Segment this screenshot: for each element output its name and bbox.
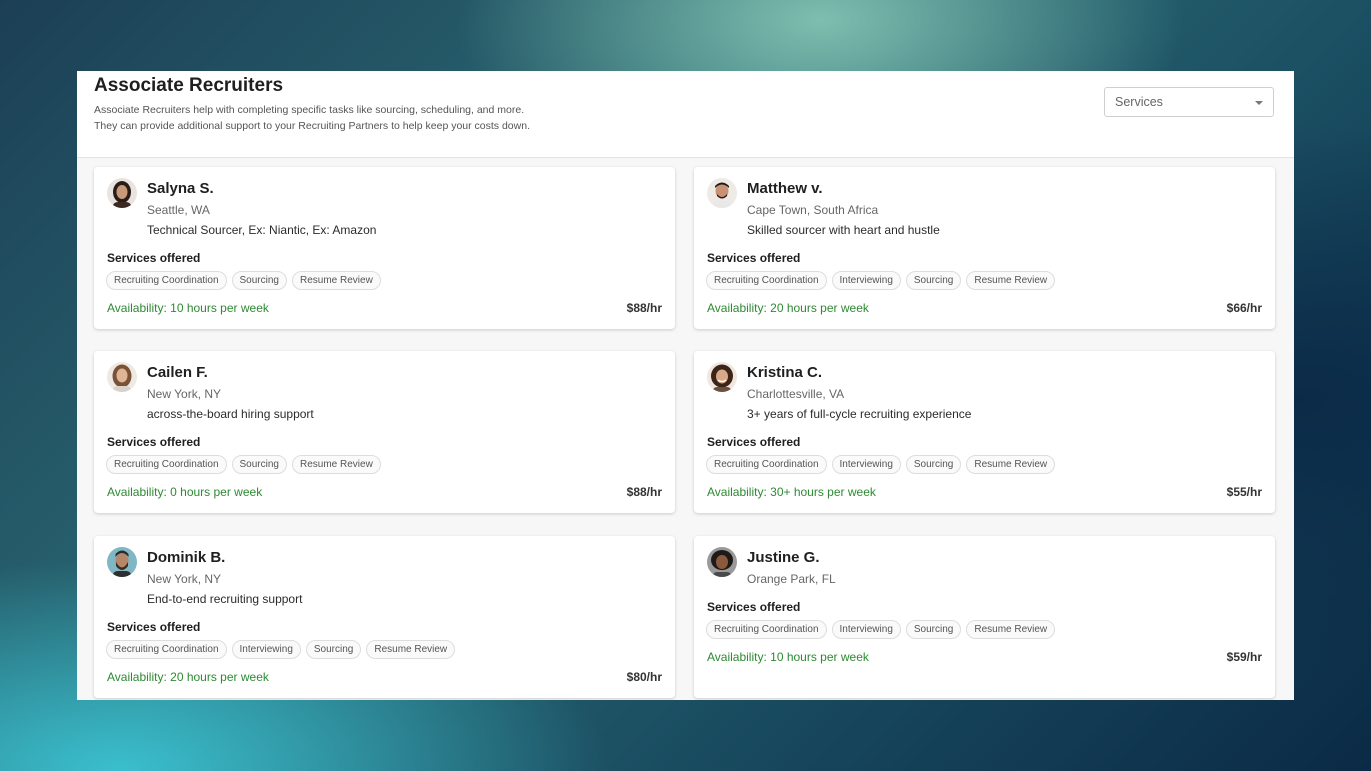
- service-chips: Recruiting Coordination Interviewing Sou…: [106, 640, 456, 659]
- service-chip: Interviewing: [831, 455, 901, 474]
- services-offered-label: Services offered: [707, 435, 801, 449]
- availability-text: Availability: 10 hours per week: [107, 301, 269, 315]
- avatar: [707, 547, 737, 577]
- service-chip: Resume Review: [966, 620, 1056, 639]
- avatar: [707, 362, 737, 392]
- avatar: [707, 178, 737, 208]
- service-chip: Interviewing: [831, 271, 901, 290]
- recruiter-location: Cape Town, South Africa: [747, 203, 879, 217]
- availability-text: Availability: 10 hours per week: [707, 650, 869, 664]
- service-chip: Sourcing: [905, 620, 962, 639]
- service-chip: Interviewing: [231, 640, 301, 659]
- service-chips: Recruiting Coordination Interviewing Sou…: [706, 455, 1056, 474]
- recruiter-location: New York, NY: [147, 387, 222, 401]
- recruiter-location: Seattle, WA: [147, 203, 210, 217]
- page-title: Associate Recruiters: [94, 75, 284, 96]
- recruiter-tagline: End-to-end recruiting support: [147, 592, 303, 606]
- service-chip: Recruiting Coordination: [706, 620, 827, 639]
- service-chip: Sourcing: [231, 271, 287, 290]
- services-offered-label: Services offered: [107, 251, 201, 265]
- recruiter-tagline: 3+ years of full-cycle recruiting experi…: [747, 407, 972, 421]
- availability-text: Availability: 30+ hours per week: [707, 485, 876, 499]
- service-chip: Recruiting Coordination: [706, 455, 827, 474]
- service-chip: Resume Review: [966, 455, 1056, 474]
- services-filter-select[interactable]: Services: [1104, 87, 1274, 117]
- recruiter-tagline: across-the-board hiring support: [147, 407, 314, 421]
- services-offered-label: Services offered: [707, 600, 801, 614]
- recruiter-card[interactable]: Matthew v. Cape Town, South Africa Skill…: [694, 167, 1275, 329]
- hourly-rate: $66/hr: [1226, 301, 1262, 315]
- associate-recruiters-panel: Associate Recruiters Associate Recruiter…: [77, 71, 1294, 700]
- recruiter-name[interactable]: Cailen F.: [147, 364, 208, 381]
- chevron-down-icon: [1255, 101, 1263, 105]
- recruiter-name[interactable]: Dominik B.: [147, 549, 225, 566]
- services-offered-label: Services offered: [107, 620, 201, 634]
- services-offered-label: Services offered: [107, 435, 201, 449]
- service-chip: Sourcing: [905, 271, 962, 290]
- recruiter-location: Orange Park, FL: [747, 572, 836, 586]
- service-chip: Resume Review: [366, 640, 456, 659]
- service-chip: Sourcing: [905, 455, 962, 474]
- description-line-2: They can provide additional support to y…: [94, 120, 530, 132]
- service-chip: Sourcing: [305, 640, 362, 659]
- service-chip: Recruiting Coordination: [106, 640, 227, 659]
- service-chip: Resume Review: [291, 455, 381, 474]
- service-chips: Recruiting Coordination Interviewing Sou…: [706, 620, 1056, 639]
- services-offered-label: Services offered: [707, 251, 801, 265]
- recruiter-grid: Salyna S. Seattle, WA Technical Sourcer,…: [77, 158, 1294, 700]
- recruiter-tagline: Technical Sourcer, Ex: Niantic, Ex: Amaz…: [147, 223, 377, 237]
- recruiter-card[interactable]: Cailen F. New York, NY across-the-board …: [94, 351, 675, 513]
- availability-text: Availability: 20 hours per week: [107, 670, 269, 684]
- service-chips: Recruiting Coordination Interviewing Sou…: [706, 271, 1056, 290]
- service-chip: Recruiting Coordination: [106, 271, 227, 290]
- recruiter-card[interactable]: Salyna S. Seattle, WA Technical Sourcer,…: [94, 167, 675, 329]
- hourly-rate: $55/hr: [1226, 485, 1262, 499]
- hourly-rate: $88/hr: [626, 485, 662, 499]
- services-filter-label: Services: [1115, 95, 1163, 109]
- service-chip: Resume Review: [291, 271, 381, 290]
- availability-text: Availability: 20 hours per week: [707, 301, 869, 315]
- service-chips: Recruiting Coordination Sourcing Resume …: [106, 271, 381, 290]
- recruiter-card[interactable]: Kristina C. Charlottesville, VA 3+ years…: [694, 351, 1275, 513]
- service-chips: Recruiting Coordination Sourcing Resume …: [106, 455, 381, 474]
- avatar: [107, 547, 137, 577]
- avatar: [107, 362, 137, 392]
- recruiter-card[interactable]: Dominik B. New York, NY End-to-end recru…: [94, 536, 675, 698]
- service-chip: Sourcing: [231, 455, 287, 474]
- recruiter-tagline: Skilled sourcer with heart and hustle: [747, 223, 940, 237]
- service-chip: Recruiting Coordination: [706, 271, 827, 290]
- availability-text: Availability: 0 hours per week: [107, 485, 263, 499]
- hourly-rate: $80/hr: [626, 670, 662, 684]
- recruiter-name[interactable]: Justine G.: [747, 549, 820, 566]
- hourly-rate: $88/hr: [626, 301, 662, 315]
- service-chip: Interviewing: [831, 620, 901, 639]
- recruiter-name[interactable]: Matthew v.: [747, 180, 823, 197]
- description-line-1: Associate Recruiters help with completin…: [94, 104, 525, 116]
- hourly-rate: $59/hr: [1226, 650, 1262, 664]
- page-description: Associate Recruiters help with completin…: [94, 102, 694, 134]
- avatar: [107, 178, 137, 208]
- recruiter-location: New York, NY: [147, 572, 222, 586]
- service-chip: Recruiting Coordination: [106, 455, 227, 474]
- recruiter-name[interactable]: Salyna S.: [147, 180, 214, 197]
- recruiter-card[interactable]: Justine G. Orange Park, FL Services offe…: [694, 536, 1275, 698]
- recruiter-name[interactable]: Kristina C.: [747, 364, 822, 381]
- recruiter-location: Charlottesville, VA: [747, 387, 845, 401]
- service-chip: Resume Review: [966, 271, 1056, 290]
- panel-header: Associate Recruiters Associate Recruiter…: [77, 71, 1294, 158]
